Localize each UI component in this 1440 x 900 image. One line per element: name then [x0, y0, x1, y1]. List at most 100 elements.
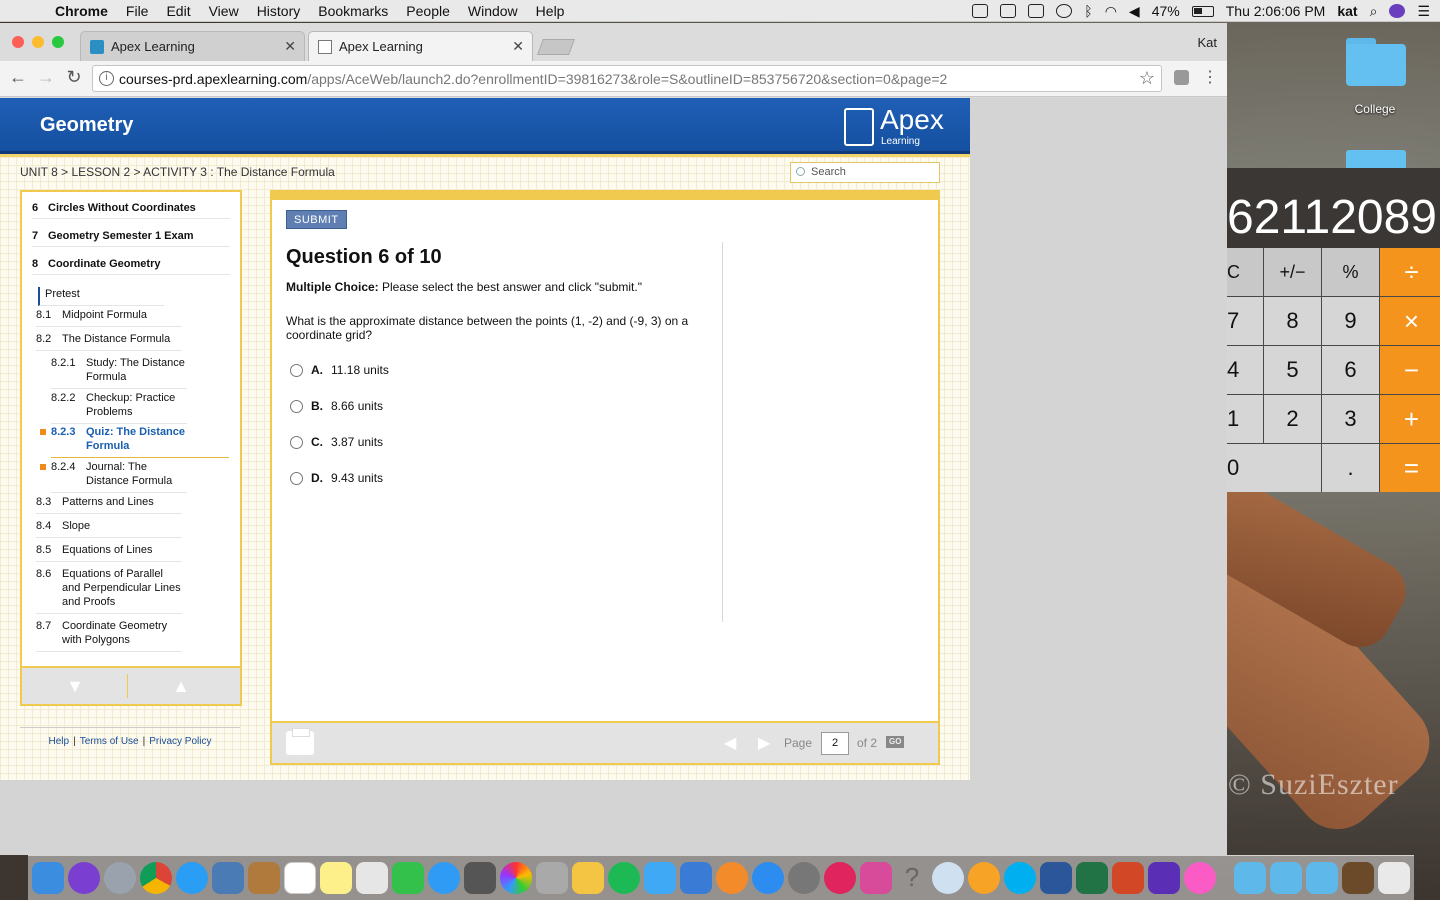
numbers-icon[interactable]: [644, 862, 676, 894]
shield-icon[interactable]: [972, 4, 989, 18]
menu-file[interactable]: File: [117, 3, 158, 19]
calc-key-percent[interactable]: %: [1322, 248, 1379, 296]
calc-key-3[interactable]: 3: [1322, 395, 1379, 443]
outline-lesson[interactable]: 8.6 Equations of Parallel and Perpendicul…: [36, 567, 182, 614]
siri-icon[interactable]: [1389, 4, 1406, 18]
safari-icon[interactable]: [176, 862, 208, 894]
outline-lesson[interactable]: 8.4 Slope: [36, 519, 182, 538]
calc-key-divide[interactable]: ÷: [1380, 248, 1440, 296]
menu-help[interactable]: Help: [527, 3, 574, 19]
skype-icon[interactable]: [1004, 862, 1036, 894]
ibooks-icon[interactable]: [716, 862, 748, 894]
answer-choice-d[interactable]: D. 9.43 units: [290, 471, 383, 485]
menu-view[interactable]: View: [200, 3, 248, 19]
menu-edit[interactable]: Edit: [157, 3, 199, 19]
answer-choice-a[interactable]: A. 11.18 units: [290, 363, 389, 377]
prev-page-icon[interactable]: ◀: [724, 733, 736, 753]
outline-activity[interactable]: 8.2.1 Study: The Distance Formula: [51, 356, 187, 389]
calc-key-4[interactable]: 4: [1227, 346, 1263, 394]
calc-key-clear[interactable]: C: [1227, 248, 1263, 296]
site-info-icon[interactable]: i: [99, 71, 114, 86]
extension-icon[interactable]: [1174, 70, 1189, 85]
tab-close-icon[interactable]: ✕: [512, 38, 524, 55]
launchpad-icon[interactable]: [104, 862, 136, 894]
help-icon[interactable]: ?: [896, 862, 928, 894]
status-circle-icon[interactable]: [1056, 4, 1073, 18]
app-icon[interactable]: [824, 862, 856, 894]
system-preferences-icon[interactable]: [788, 862, 820, 894]
forward-icon[interactable]: →: [35, 67, 57, 88]
battery-percent[interactable]: 47%: [1152, 3, 1180, 19]
menu-window[interactable]: Window: [459, 3, 527, 19]
calc-key-subtract[interactable]: −: [1380, 346, 1440, 394]
terms-link[interactable]: Terms of Use: [80, 736, 139, 747]
radio-button[interactable]: [290, 471, 303, 485]
vlc-icon[interactable]: [968, 862, 1000, 894]
outline-lesson[interactable]: 8.2 The Distance Formula: [36, 332, 182, 351]
reload-icon[interactable]: ↻: [63, 67, 85, 88]
outline-activity[interactable]: 8.2.4 Journal: The Distance Formula: [40, 460, 187, 493]
answer-choice-c[interactable]: C. 3.87 units: [290, 435, 383, 449]
display-icon[interactable]: [1028, 4, 1045, 18]
window-close-button[interactable]: [12, 36, 24, 48]
outline-activity-current[interactable]: 8.2.3 Quiz: The Distance Formula: [40, 425, 229, 458]
browser-tab[interactable]: Apex Learning ✕: [80, 31, 305, 61]
calc-key-8[interactable]: 8: [1264, 297, 1321, 345]
calc-key-6[interactable]: 6: [1322, 346, 1379, 394]
wifi-icon[interactable]: ◠: [1105, 3, 1117, 20]
calc-key-9[interactable]: 9: [1322, 297, 1379, 345]
excel-icon[interactable]: [1076, 862, 1108, 894]
browser-menu-icon[interactable]: ⋮: [1202, 67, 1218, 87]
radio-button[interactable]: [290, 399, 303, 413]
outline-unit[interactable]: 6 Circles Without Coordinates: [32, 202, 230, 219]
print-icon[interactable]: [286, 728, 314, 755]
submit-button[interactable]: SUBMIT: [286, 210, 347, 229]
contacts-icon[interactable]: [248, 862, 280, 894]
back-icon[interactable]: ←: [7, 67, 29, 88]
menu-app-name[interactable]: Chrome: [46, 3, 117, 19]
calc-key-decimal[interactable]: .: [1322, 444, 1379, 492]
calc-key-add[interactable]: +: [1380, 395, 1440, 443]
notes-icon[interactable]: [320, 862, 352, 894]
menu-history[interactable]: History: [248, 3, 310, 19]
profile-name[interactable]: Kat: [1197, 35, 1217, 50]
bluetooth-icon[interactable]: ᛒ: [1084, 3, 1092, 19]
maps-icon[interactable]: [356, 862, 388, 894]
calc-key-5[interactable]: 5: [1264, 346, 1321, 394]
volume-icon[interactable]: ◀: [1129, 3, 1140, 20]
photos-icon[interactable]: [500, 862, 532, 894]
outline-unit[interactable]: 7 Geometry Semester 1 Exam: [32, 230, 230, 247]
folder-icon[interactable]: [1234, 862, 1266, 894]
page-number-input[interactable]: 2: [821, 732, 849, 755]
tab-close-icon[interactable]: ✕: [284, 38, 296, 55]
address-bar[interactable]: i courses-prd.apexlearning.com/apps/AceW…: [92, 65, 1162, 92]
calendar-icon[interactable]: [284, 862, 316, 894]
new-tab-button[interactable]: [537, 39, 575, 55]
outline-activity[interactable]: 8.2.2 Checkup: Practice Problems: [51, 391, 187, 424]
outline-lesson[interactable]: 8.3 Patterns and Lines: [36, 495, 182, 514]
radio-button[interactable]: [290, 363, 303, 377]
menu-clock[interactable]: Thu 2:06:06 PM: [1226, 3, 1326, 19]
outline-lesson[interactable]: 8.7 Coordinate Geometry with Polygons: [36, 619, 182, 652]
siri-icon[interactable]: [68, 862, 100, 894]
documents-folder-icon[interactable]: [1306, 862, 1338, 894]
powerpoint-icon[interactable]: [1112, 862, 1144, 894]
messages-icon[interactable]: [428, 862, 460, 894]
radio-button[interactable]: [290, 435, 303, 449]
chrome-icon[interactable]: [140, 862, 172, 894]
outline-lesson[interactable]: 8.5 Equations of Lines: [36, 543, 182, 562]
scroll-up-icon[interactable]: ▲: [170, 676, 192, 697]
outline-pretest[interactable]: Pretest: [38, 287, 164, 306]
finder-icon[interactable]: [32, 862, 64, 894]
imovie-star-icon[interactable]: [1148, 862, 1180, 894]
spotify-icon[interactable]: [608, 862, 640, 894]
menu-people[interactable]: People: [397, 3, 459, 19]
next-page-icon[interactable]: ▶: [758, 733, 770, 753]
mail-stamp-icon[interactable]: [212, 862, 244, 894]
app-store-icon[interactable]: [752, 862, 784, 894]
scroll-down-icon[interactable]: ▼: [64, 676, 86, 697]
answer-choice-b[interactable]: B. 8.66 units: [290, 399, 383, 413]
window-zoom-button[interactable]: [52, 36, 64, 48]
calc-key-2[interactable]: 2: [1264, 395, 1321, 443]
calc-key-0[interactable]: 0: [1227, 444, 1321, 492]
